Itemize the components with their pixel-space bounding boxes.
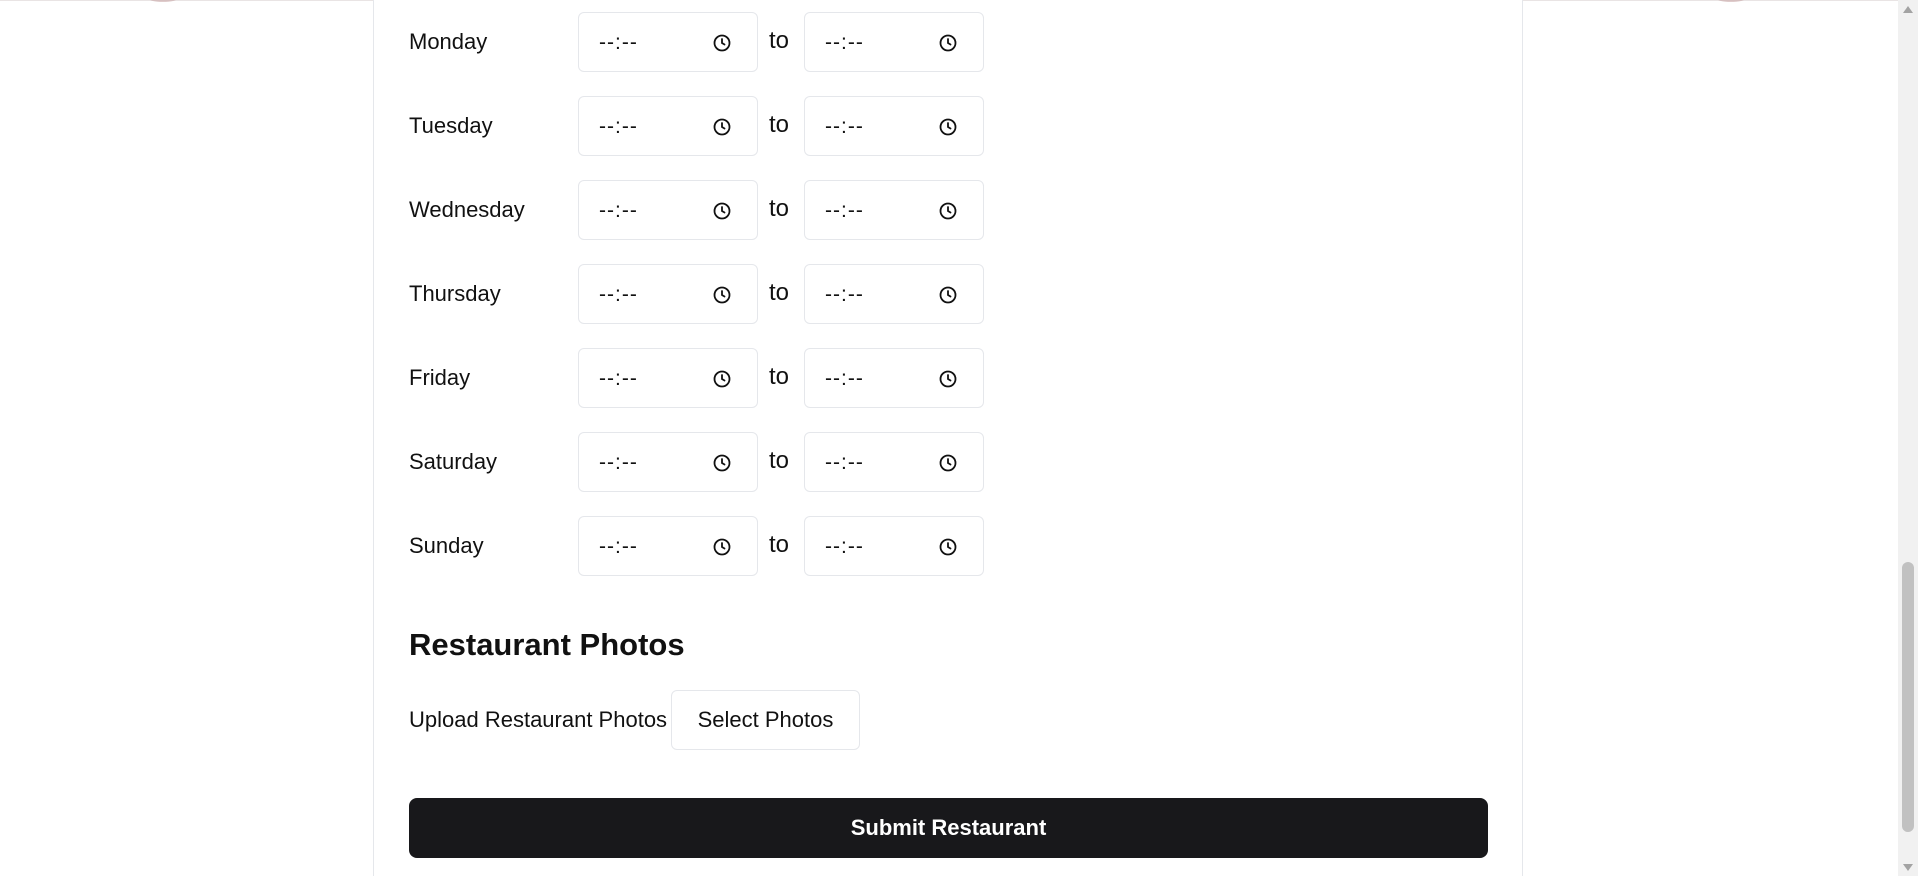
photos-section-title: Restaurant Photos [409, 627, 685, 662]
day-label: Friday [409, 365, 471, 390]
page: Monday --:-- to --:-- Tuesday --:-- to -… [0, 0, 1918, 876]
submit-restaurant-button[interactable]: Submit Restaurant [409, 798, 1488, 858]
hours-row-tuesday: Tuesday --:-- to --:-- [409, 96, 1488, 156]
time-placeholder: --:-- [825, 451, 864, 474]
time-placeholder: --:-- [599, 199, 638, 222]
time-placeholder: --:-- [599, 31, 638, 54]
hours-row-friday: Friday --:-- to --:-- [409, 348, 1488, 408]
hours-row-thursday: Thursday --:-- to --:-- [409, 264, 1488, 324]
time-placeholder: --:-- [825, 535, 864, 558]
clock-icon[interactable] [713, 34, 731, 52]
time-placeholder: --:-- [599, 451, 638, 474]
day-label: Sunday [409, 533, 484, 558]
hours-row-wednesday: Wednesday --:-- to --:-- [409, 180, 1488, 240]
clock-icon[interactable] [939, 202, 957, 220]
day-label: Monday [409, 29, 488, 54]
background-decoration-left [148, 0, 178, 2]
upload-photos-label: Upload Restaurant Photos [409, 707, 668, 732]
time-placeholder: --:-- [599, 535, 638, 558]
time-placeholder: --:-- [599, 367, 638, 390]
scroll-down-arrow-icon[interactable] [1903, 864, 1913, 871]
to-separator: to [769, 447, 790, 474]
time-placeholder: --:-- [599, 283, 638, 306]
closing-time-input[interactable]: --:-- [804, 348, 984, 408]
to-separator: to [769, 27, 790, 54]
opening-time-input[interactable]: --:-- [578, 432, 758, 492]
hours-row-monday: Monday --:-- to --:-- [409, 12, 1488, 72]
closing-time-input[interactable]: --:-- [804, 180, 984, 240]
time-placeholder: --:-- [599, 115, 638, 138]
closing-time-input[interactable]: --:-- [804, 264, 984, 324]
select-photos-button[interactable]: Select Photos [671, 690, 860, 750]
opening-time-input[interactable]: --:-- [578, 264, 758, 324]
clock-icon[interactable] [939, 454, 957, 472]
day-label: Tuesday [409, 113, 493, 138]
scroll-up-arrow-icon[interactable] [1903, 6, 1913, 13]
day-label: Wednesday [409, 197, 525, 222]
opening-time-input[interactable]: --:-- [578, 516, 758, 576]
time-placeholder: --:-- [825, 199, 864, 222]
closing-time-input[interactable]: --:-- [804, 516, 984, 576]
to-separator: to [769, 111, 790, 138]
opening-time-input[interactable]: --:-- [578, 180, 758, 240]
opening-time-input[interactable]: --:-- [578, 96, 758, 156]
clock-icon[interactable] [713, 370, 731, 388]
clock-icon[interactable] [939, 118, 957, 136]
time-placeholder: --:-- [825, 31, 864, 54]
clock-icon[interactable] [939, 286, 957, 304]
day-label: Saturday [409, 449, 498, 474]
closing-time-input[interactable]: --:-- [804, 12, 984, 72]
clock-icon[interactable] [939, 538, 957, 556]
to-separator: to [769, 279, 790, 306]
closing-time-input[interactable]: --:-- [804, 96, 984, 156]
hours-row-sunday: Sunday --:-- to --:-- [409, 516, 1488, 576]
clock-icon[interactable] [939, 34, 957, 52]
time-placeholder: --:-- [825, 115, 864, 138]
time-placeholder: --:-- [825, 283, 864, 306]
day-label: Thursday [409, 281, 501, 306]
clock-icon[interactable] [713, 202, 731, 220]
vertical-scrollbar[interactable] [1898, 0, 1918, 876]
clock-icon[interactable] [713, 454, 731, 472]
to-separator: to [769, 363, 790, 390]
clock-icon[interactable] [713, 118, 731, 136]
clock-icon[interactable] [713, 538, 731, 556]
to-separator: to [769, 531, 790, 558]
clock-icon[interactable] [713, 286, 731, 304]
opening-time-input[interactable]: --:-- [578, 348, 758, 408]
scrollbar-thumb[interactable] [1902, 562, 1914, 832]
background-decoration-right [1716, 0, 1746, 2]
to-separator: to [769, 195, 790, 222]
clock-icon[interactable] [939, 370, 957, 388]
opening-time-input[interactable]: --:-- [578, 12, 758, 72]
closing-time-input[interactable]: --:-- [804, 432, 984, 492]
time-placeholder: --:-- [825, 367, 864, 390]
hours-row-saturday: Saturday --:-- to --:-- [409, 432, 1488, 492]
